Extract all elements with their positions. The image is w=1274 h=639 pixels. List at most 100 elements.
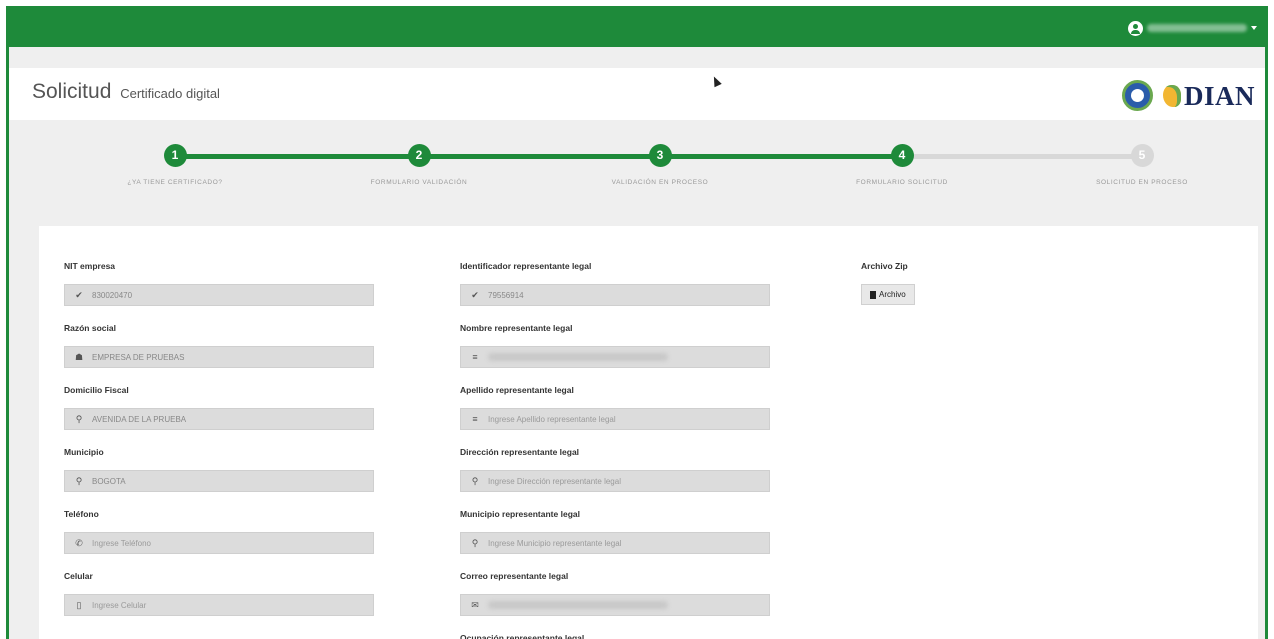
- input-placeholder: Ingrese Municipio representante legal: [488, 538, 622, 548]
- mobile-icon: ▯: [76, 599, 82, 610]
- text-input[interactable]: ✆ Ingrese Teléfono: [64, 532, 374, 554]
- text-input[interactable]: ✔ 830020470: [64, 284, 374, 306]
- field-label: Teléfono: [64, 509, 99, 519]
- check-icon: ✔: [75, 289, 83, 300]
- home-icon: ☗: [74, 351, 84, 362]
- step-3: 3 VALIDACIÓN EN PROCESO: [600, 144, 720, 186]
- list-icon: ≡: [472, 352, 478, 362]
- input-value: 830020470: [92, 290, 133, 300]
- form-field: Correo representante legal ✉: [460, 571, 770, 616]
- step-1: 1 ¿YA TIENE CERTIFICADO?: [115, 144, 235, 186]
- text-input[interactable]: ☗ EMPRESA DE PRUEBAS: [64, 346, 374, 368]
- progress-stepper: 1 ¿YA TIENE CERTIFICADO? 2 FORMULARIO VA…: [9, 144, 1265, 194]
- zip-label: Archivo Zip: [861, 261, 908, 271]
- field-label: Apellido representante legal: [460, 385, 574, 395]
- user-circle-icon: [1128, 20, 1143, 36]
- step-number: 3: [648, 144, 672, 167]
- form-field: Nombre representante legal ≡: [460, 323, 770, 368]
- request-form: NIT empresa ✔ 830020470 Razón social ☗ EMPRES…: [39, 226, 1258, 639]
- text-input[interactable]: ⚲ AVENIDA DE LA PRUEBA: [64, 408, 374, 430]
- envelope-icon: ✉: [471, 599, 479, 610]
- field-label: Correo representante legal: [460, 571, 569, 581]
- input-value: BOGOTA: [92, 476, 126, 486]
- field-label: Identificador representante legal: [460, 261, 592, 271]
- field-label: Ocupación representante legal: [460, 633, 585, 639]
- form-field: Domicilio Fiscal ⚲ AVENIDA DE LA PRUEBA: [64, 385, 374, 430]
- step-label: FORMULARIO VALIDACIÓN: [370, 179, 468, 186]
- text-input[interactable]: ✉: [460, 594, 770, 616]
- map-marker-icon: ⚲: [471, 537, 479, 548]
- form-field: Municipio representante legal ⚲ Ingrese Mu…: [460, 509, 770, 554]
- caret-down-icon: [1251, 26, 1257, 30]
- redacted-value: [488, 353, 668, 361]
- user-name-redacted: [1147, 24, 1247, 32]
- field-label: Municipio representante legal: [460, 509, 580, 519]
- form-field: Municipio ⚲ BOGOTA: [64, 447, 374, 492]
- field-label: Nombre representante legal: [460, 323, 573, 333]
- form-field: Celular ▯ Ingrese Celular: [64, 571, 374, 616]
- field-label: NIT empresa: [64, 261, 116, 271]
- step-label: SOLICITUD EN PROCESO: [1096, 179, 1188, 186]
- dian-logo-mark-icon: [1162, 85, 1181, 107]
- mouse-cursor-icon: [710, 74, 722, 88]
- input-placeholder: Ingrese Teléfono: [92, 538, 152, 548]
- text-input[interactable]: ≡: [460, 346, 770, 368]
- input-placeholder: Ingrese Dirección representante legal: [488, 476, 621, 486]
- dian-logo: DIAN: [1162, 80, 1255, 112]
- map-marker-icon: ⚲: [75, 413, 83, 424]
- input-value: AVENIDA DE LA PRUEBA: [92, 414, 187, 424]
- text-input[interactable]: ⚲ Ingrese Dirección representante legal: [460, 470, 770, 492]
- user-menu[interactable]: [1128, 18, 1257, 38]
- text-input[interactable]: ✔ 79556914: [460, 284, 770, 306]
- step-2: 2 FORMULARIO VALIDACIÓN: [359, 144, 479, 186]
- text-input[interactable]: ⚲ BOGOTA: [64, 470, 374, 492]
- input-placeholder: Ingrese Celular: [92, 600, 147, 610]
- file-icon: [870, 290, 876, 299]
- text-input[interactable]: ▯ Ingrese Celular: [64, 594, 374, 616]
- page-title-text: Solicitud: [32, 80, 112, 103]
- step-number: 2: [407, 144, 431, 167]
- form-field: Razón social ☗ EMPRESA DE PRUEBAS: [64, 323, 374, 368]
- page-title: Solicitud Certificado digital: [32, 80, 220, 104]
- map-marker-icon: ⚲: [471, 475, 479, 486]
- step-5: 5 SOLICITUD EN PROCESO: [1082, 144, 1202, 186]
- step-number: 4: [890, 144, 914, 167]
- step-number: 1: [163, 144, 187, 167]
- text-input[interactable]: ⚲ Ingrese Municipio representante legal: [460, 532, 770, 554]
- step-label: FORMULARIO SOLICITUD: [856, 179, 948, 186]
- upload-file-button-label: Archivo: [879, 290, 906, 299]
- field-label: Municipio: [64, 447, 104, 457]
- government-seal-icon: [1122, 80, 1153, 111]
- input-value: EMPRESA DE PRUEBAS: [92, 352, 185, 362]
- form-field: Teléfono ✆ Ingrese Teléfono: [64, 509, 374, 554]
- zip-field: Archivo Zip: [861, 261, 1171, 273]
- field-label: Razón social: [64, 323, 116, 333]
- list-icon: ≡: [472, 414, 478, 424]
- step-label: VALIDACIÓN EN PROCESO: [611, 179, 709, 186]
- step-number: 5: [1130, 144, 1154, 167]
- input-placeholder: Ingrese Apellido representante legal: [488, 414, 616, 424]
- step-4: 4 FORMULARIO SOLICITUD: [842, 144, 962, 186]
- form-field: Apellido representante legal ≡ Ingrese Ape…: [460, 385, 770, 430]
- redacted-value: [488, 601, 668, 609]
- dian-logo-text: DIAN: [1183, 80, 1255, 111]
- form-field: Ocupación representante legal: [460, 633, 770, 639]
- map-marker-icon: ⚲: [75, 475, 83, 486]
- check-icon: ✔: [471, 289, 479, 300]
- input-value: 79556914: [488, 290, 524, 300]
- step-label: ¿YA TIENE CERTIFICADO?: [127, 179, 223, 186]
- upload-file-button[interactable]: Archivo: [861, 284, 915, 305]
- page-header: Solicitud Certificado digital DIAN: [9, 68, 1265, 120]
- phone-icon: ✆: [75, 537, 83, 548]
- stepper-track-complete: [175, 154, 902, 159]
- browser-frame: Solicitud Certificado digital DIAN 1 ¿YA…: [6, 6, 1268, 639]
- form-field: Dirección representante legal ⚲ Ingrese Di…: [460, 447, 770, 492]
- text-input[interactable]: ≡ Ingrese Apellido representante legal: [460, 408, 770, 430]
- field-label: Dirección representante legal: [460, 447, 580, 457]
- field-label: Celular: [64, 571, 93, 581]
- form-field: NIT empresa ✔ 830020470: [64, 261, 374, 306]
- field-label: Domicilio Fiscal: [64, 385, 129, 395]
- top-navbar: [9, 9, 1265, 47]
- page-subtitle: Certificado digital: [120, 86, 220, 101]
- form-field: Identificador representante legal ✔ 795569…: [460, 261, 770, 306]
